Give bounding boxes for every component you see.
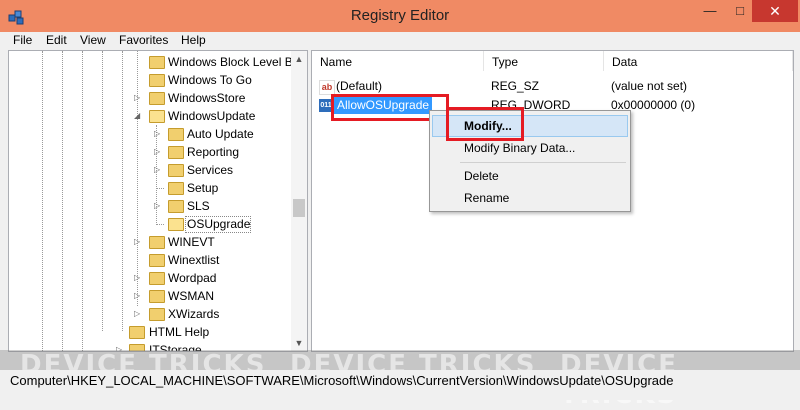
folder-icon [149,272,165,285]
folder-icon [149,74,165,87]
tree-node[interactable]: ▷ WSMAN [9,287,291,305]
minimize-button[interactable]: — [695,0,725,22]
menu-favorites[interactable]: Favorites [119,33,168,47]
expand-arrow-icon[interactable]: ▷ [154,197,160,215]
status-path: Computer\HKEY_LOCAL_MACHINE\SOFTWARE\Mic… [10,373,674,388]
folder-icon [149,308,165,321]
tree-node[interactable]: HTML Help [9,323,291,341]
tree-node[interactable]: ▷ Wordpad [9,269,291,287]
expand-arrow-icon[interactable]: ▷ [134,269,140,287]
key-tree-pane[interactable]: Windows Block Level B Windows To Go ▷ Wi… [8,50,308,352]
expand-arrow-icon[interactable]: ▷ [154,125,160,143]
context-menu-delete[interactable]: Delete [464,169,499,183]
scroll-down-arrow-icon[interactable]: ▼ [291,335,307,351]
folder-icon [168,200,184,213]
menu-separator [460,162,626,163]
tree-node[interactable]: Windows To Go [9,71,291,89]
tree-node[interactable]: ▷ WINEVT [9,233,291,251]
collapse-arrow-icon[interactable]: ◢ [134,107,140,125]
tree-node[interactable]: ◢ WindowsUpdate [9,107,291,125]
expand-arrow-icon[interactable]: ▷ [154,161,160,179]
folder-icon [149,254,165,267]
context-menu-rename[interactable]: Rename [464,191,509,205]
context-menu-modify-binary[interactable]: Modify Binary Data... [464,141,575,155]
folder-icon [168,128,184,141]
expand-arrow-icon[interactable]: ▷ [134,89,140,107]
column-header-data[interactable]: Data [604,51,793,71]
tree-scrollbar[interactable]: ▲ ▼ [291,51,307,351]
tree-node[interactable]: ▷ Services [9,161,291,179]
scrollbar-thumb[interactable] [293,199,305,217]
title-bar[interactable]: Registry Editor — □ ✕ [0,0,800,32]
expand-arrow-icon[interactable]: ▷ [134,287,140,305]
tree-node[interactable]: Windows Block Level B [9,53,293,71]
menu-bar: File Edit View Favorites Help [8,32,792,50]
column-header-name[interactable]: Name [312,51,484,71]
column-header-type[interactable]: Type [484,51,604,71]
folder-open-icon [168,218,184,231]
tree-node[interactable]: ▷ Auto Update [9,125,291,143]
tree-node[interactable]: ▷ SLS [9,197,291,215]
status-bar: Computer\HKEY_LOCAL_MACHINE\SOFTWARE\Mic… [0,370,800,400]
tree-node[interactable]: Winextlist [9,251,291,269]
close-button[interactable]: ✕ [752,0,798,22]
tree-node[interactable]: Setup [9,179,291,197]
expand-arrow-icon[interactable]: ▷ [154,143,160,161]
tree-node[interactable]: ▷ Reporting [9,143,291,161]
menu-edit[interactable]: Edit [46,33,67,47]
string-value-icon: ab [319,80,335,95]
folder-icon [149,290,165,303]
tree-node[interactable]: ▷ WindowsStore [9,89,291,107]
folder-icon [149,56,165,69]
tree-node-selected[interactable]: OSUpgrade [9,215,291,233]
window-title: Registry Editor [350,7,450,24]
tree-connector [156,224,164,225]
tree-connector [156,188,164,189]
maximize-button[interactable]: □ [725,0,755,22]
folder-icon [149,92,165,105]
folder-icon [168,164,184,177]
annotation-highlight-box [446,107,524,141]
folder-open-icon [149,110,165,123]
expand-arrow-icon[interactable]: ▷ [134,233,140,251]
folder-icon [129,326,145,339]
expand-arrow-icon[interactable]: ▷ [134,305,140,323]
tree-node[interactable]: ▷ XWizards [9,305,291,323]
scroll-up-arrow-icon[interactable]: ▲ [291,51,307,67]
menu-help[interactable]: Help [181,33,206,47]
folder-icon [168,146,184,159]
folder-icon [149,236,165,249]
menu-view[interactable]: View [80,33,106,47]
folder-icon [168,182,184,195]
menu-file[interactable]: File [13,33,32,47]
